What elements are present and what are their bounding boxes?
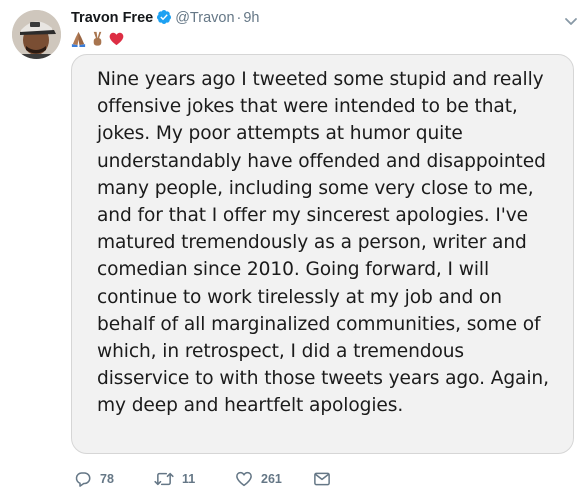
note-line: disservice to with those tweets years ag… [97,368,549,390]
retweet-count: 11 [182,472,196,486]
note-line: behalf of all marginalized communities, … [97,313,541,335]
note-line: comedian since 2010. Going forward, I wi… [97,259,490,281]
like-button[interactable]: 261 [235,469,282,489]
tweet[interactable]: Travon Free @Travon · 9h Nine years ago I t… [0,0,588,497]
note-line: Nine years ago I tweeted some stupid and… [97,69,544,90]
direct-message-button[interactable] [313,469,331,489]
red-heart-emoji [109,32,124,46]
avatar[interactable] [12,10,61,59]
note-line: which, in retrospect, I did a tremendous [97,341,465,363]
author-handle[interactable]: @Travon [175,10,234,26]
note-line: understandably have offended and disappo… [97,150,546,172]
victory-hand-emoji [93,31,102,46]
note-text: Nine years ago I tweeted some stupid and… [97,66,567,420]
reply-count: 78 [100,472,114,486]
folded-hands-emoji [71,31,86,47]
retweet-icon [154,472,174,486]
note-line: my deep and heartfelt apologies. [97,395,404,417]
avatar-image [12,10,61,59]
note-line: many people, including some very close t… [97,177,534,199]
retweet-button[interactable]: 11 [154,469,195,489]
heart-icon [236,471,252,487]
bio-emojis [70,30,125,48]
reply-icon [75,472,91,487]
attached-note-image[interactable]: Nine years ago I tweeted some stupid and… [71,54,574,454]
separator-dot: · [236,10,242,26]
note-line: offensive jokes that were intended to be… [97,96,518,118]
like-count: 261 [261,472,282,486]
note-line: continue to work tirelessly at my job an… [97,286,502,308]
envelope-icon [314,472,330,486]
tweet-header: Travon Free @Travon · 9h [71,9,260,29]
author-name[interactable]: Travon Free [71,10,153,26]
tweet-timestamp[interactable]: 9h [243,10,259,26]
chevron-down-icon[interactable] [564,14,578,25]
note-line: jokes. My poor attempts at humor quite [97,123,463,145]
note-line: and for that I offer my sincerest apolog… [97,205,528,227]
note-line: matured tremendously as a person, writer… [97,232,527,254]
verified-badge-icon [156,9,172,30]
reply-button[interactable]: 78 [74,469,114,489]
